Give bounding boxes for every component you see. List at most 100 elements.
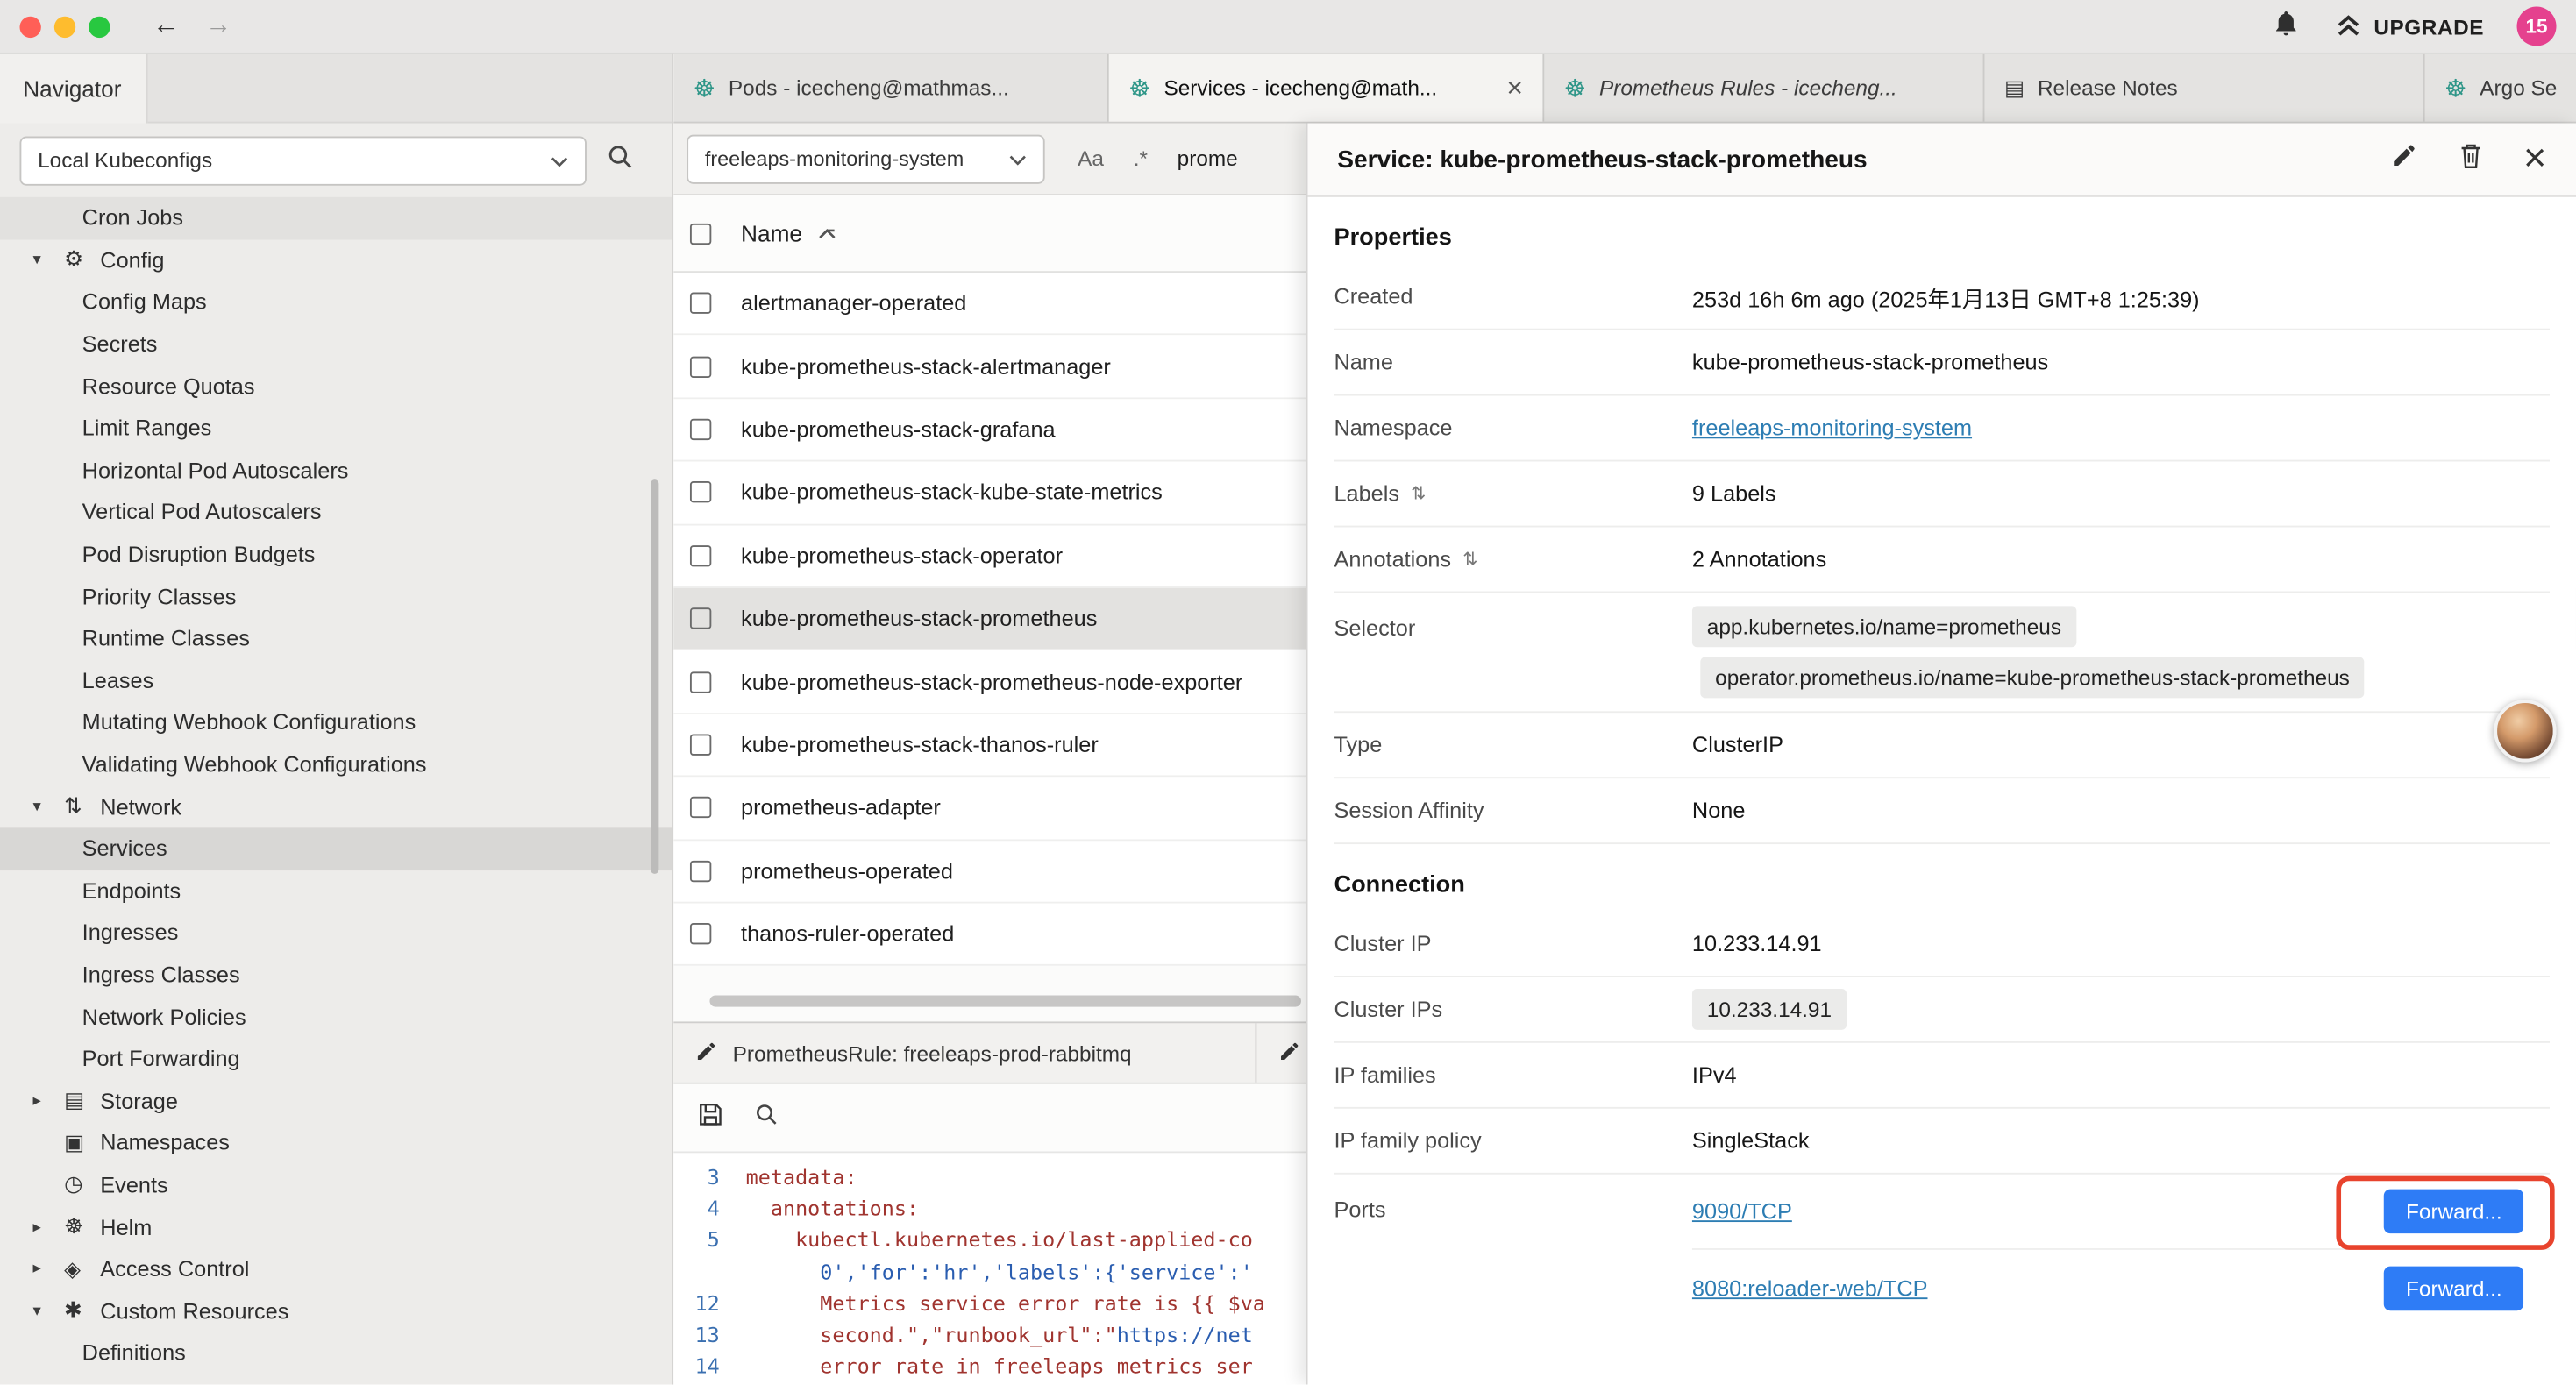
tab-pods[interactable]: ☸Pods - icecheng@mathmas... bbox=[673, 54, 1109, 122]
regex-toggle[interactable]: .* bbox=[1134, 146, 1148, 171]
kubeconfig-select[interactable]: Local Kubeconfigs bbox=[19, 136, 586, 185]
sidebar-item-runtime-classes[interactable]: Runtime Classes bbox=[0, 617, 672, 659]
property-row-labels: Labels⇅ 9 Labels bbox=[1334, 462, 2550, 528]
kubernetes-cluster-icon: ☸ bbox=[1128, 73, 1150, 103]
row-checkbox[interactable] bbox=[690, 923, 711, 944]
row-checkbox[interactable] bbox=[690, 734, 711, 755]
close-tab-icon[interactable]: × bbox=[1506, 72, 1523, 104]
sidebar-item-services[interactable]: Services bbox=[0, 827, 672, 870]
sidebar-scrollbar[interactable] bbox=[651, 479, 658, 874]
expand-collapse-icon[interactable]: ⇅ bbox=[1411, 483, 1426, 504]
sidebar-item-pod-disruption-budgets[interactable]: Pod Disruption Budgets bbox=[0, 533, 672, 575]
sidebar-item-namespaces[interactable]: ▣Namespaces bbox=[0, 1122, 672, 1164]
delete-trash-icon[interactable] bbox=[2458, 140, 2484, 178]
namespaces-icon: ▣ bbox=[64, 1130, 100, 1156]
sidebar-item-vertical-pod-autoscalers[interactable]: Vertical Pod Autoscalers bbox=[0, 492, 672, 534]
line-number: 13 bbox=[673, 1319, 745, 1351]
save-icon[interactable] bbox=[696, 1099, 724, 1135]
forward-port-9090-button[interactable]: Forward... bbox=[2385, 1190, 2523, 1234]
sidebar-item-ingress-classes[interactable]: Ingress Classes bbox=[0, 954, 672, 996]
row-checkbox[interactable] bbox=[690, 671, 711, 692]
row-checkbox[interactable] bbox=[690, 545, 711, 566]
edit-pencil-icon[interactable] bbox=[2390, 141, 2418, 177]
port-8080-link[interactable]: 8080:reloader-web/TCP bbox=[1692, 1275, 1928, 1300]
sidebar-item-horizontal-pod-autoscalers[interactable]: Horizontal Pod Autoscalers bbox=[0, 450, 672, 492]
ip-families-value: IPv4 bbox=[1692, 1062, 1737, 1087]
namespace-select[interactable]: freeleaps-monitoring-system bbox=[687, 134, 1044, 183]
navigator-panel-tab[interactable]: Navigator bbox=[0, 54, 148, 124]
sidebar-item-network-policies[interactable]: Network Policies bbox=[0, 996, 672, 1038]
sidebar-item-leases[interactable]: Leases bbox=[0, 659, 672, 701]
session-affinity-value: None bbox=[1692, 799, 1745, 823]
horizontal-scrollbar[interactable] bbox=[709, 995, 1301, 1006]
sidebar-item-port-forwarding[interactable]: Port Forwarding bbox=[0, 1038, 672, 1080]
sidebar-item-cron-jobs[interactable]: Cron Jobs bbox=[0, 197, 672, 239]
tab-prometheus-rules[interactable]: ☸Prometheus Rules - icecheng... bbox=[1544, 54, 1984, 122]
minimize-window-button[interactable] bbox=[54, 16, 75, 37]
kubernetes-cluster-icon: ☸ bbox=[1564, 73, 1586, 103]
select-all-checkbox[interactable] bbox=[690, 223, 711, 244]
sidebar-item-definitions[interactable]: Definitions bbox=[0, 1332, 672, 1374]
row-checkbox[interactable] bbox=[690, 482, 711, 503]
sidebar-item-ingresses[interactable]: Ingresses bbox=[0, 912, 672, 954]
sidebar-item-validating-webhook-configurations[interactable]: Validating Webhook Configurations bbox=[0, 743, 672, 785]
sidebar-item-helm[interactable]: ▸☸Helm bbox=[0, 1206, 672, 1248]
notifications-bell-icon[interactable] bbox=[2272, 7, 2300, 45]
sidebar-item-config[interactable]: ▾⚙Config bbox=[0, 239, 672, 281]
row-checkbox[interactable] bbox=[690, 608, 711, 629]
sidebar-item-endpoints[interactable]: Endpoints bbox=[0, 870, 672, 912]
chevron-right-icon: ▸ bbox=[32, 1260, 64, 1278]
tab-services[interactable]: ☸Services - icecheng@math...× bbox=[1109, 54, 1545, 122]
sidebar-item-custom-resources[interactable]: ▾✱Custom Resources bbox=[0, 1290, 672, 1332]
sidebar-item-storage[interactable]: ▸▤Storage bbox=[0, 1080, 672, 1122]
name-column-header[interactable]: Name bbox=[741, 220, 802, 246]
forward-port-8080-button[interactable]: Forward... bbox=[2385, 1266, 2523, 1310]
back-button[interactable]: ← bbox=[153, 11, 179, 41]
connection-heading: Connection bbox=[1334, 844, 2550, 912]
sort-ascending-icon[interactable] bbox=[819, 228, 837, 239]
port-line-8080: 8080:reloader-web/TCP Forward... bbox=[1692, 1250, 2550, 1325]
sidebar-item-limit-ranges[interactable]: Limit Ranges bbox=[0, 408, 672, 450]
port-9090-link[interactable]: 9090/TCP bbox=[1692, 1199, 1792, 1224]
tab-argo[interactable]: ☸Argo Se bbox=[2425, 54, 2576, 122]
row-checkbox[interactable] bbox=[690, 860, 711, 881]
close-window-button[interactable] bbox=[19, 16, 40, 37]
titlebar: ← → UPGRADE 15 bbox=[0, 0, 2576, 54]
row-checkbox[interactable] bbox=[690, 293, 711, 314]
upgrade-button[interactable]: UPGRADE bbox=[2332, 8, 2484, 44]
sidebar-item-config-maps[interactable]: Config Maps bbox=[0, 281, 672, 323]
close-drawer-icon[interactable]: × bbox=[2523, 139, 2546, 179]
tab-release-notes[interactable]: ▤Release Notes bbox=[1984, 54, 2424, 122]
property-row-ip-families: IP families IPv4 bbox=[1334, 1043, 2550, 1109]
notification-count-badge[interactable]: 15 bbox=[2517, 6, 2557, 46]
row-checkbox[interactable] bbox=[690, 356, 711, 377]
editor-search-icon[interactable] bbox=[754, 1101, 779, 1133]
selector-badge: operator.prometheus.io/name=kube-prometh… bbox=[1700, 657, 2364, 698]
storage-icon: ▤ bbox=[64, 1088, 100, 1114]
user-avatar[interactable] bbox=[2494, 700, 2556, 762]
sidebar-item-network[interactable]: ▾⇅Network bbox=[0, 785, 672, 827]
row-checkbox[interactable] bbox=[690, 797, 711, 818]
forward-button[interactable]: → bbox=[205, 11, 231, 41]
property-row-created: Created 253d 16h 6m ago (2025年1月13日 GMT+… bbox=[1334, 265, 2550, 330]
sidebar-item-events[interactable]: ◷Events bbox=[0, 1164, 672, 1206]
line-number: 12 bbox=[673, 1288, 745, 1319]
sidebar-item-mutating-webhook-configurations[interactable]: Mutating Webhook Configurations bbox=[0, 701, 672, 743]
chevron-down-icon: ▾ bbox=[32, 798, 64, 816]
search-input[interactable]: prome bbox=[1178, 146, 1238, 171]
namespace-link[interactable]: freeleaps-monitoring-system bbox=[1692, 416, 1972, 440]
sidebar-item-resource-quotas[interactable]: Resource Quotas bbox=[0, 366, 672, 408]
sidebar-item-priority-classes[interactable]: Priority Classes bbox=[0, 575, 672, 617]
row-checkbox[interactable] bbox=[690, 419, 711, 440]
sidebar-item-access-control[interactable]: ▸◈Access Control bbox=[0, 1248, 672, 1290]
sidebar-search-icon[interactable] bbox=[606, 142, 634, 178]
upgrade-label: UPGRADE bbox=[2373, 14, 2484, 39]
created-value: 253d 16h 6m ago (2025年1月13日 GMT+8 1:25:3… bbox=[1692, 280, 2200, 312]
release-notes-icon: ▤ bbox=[2004, 75, 2025, 101]
sidebar-item-secrets[interactable]: Secrets bbox=[0, 323, 672, 366]
dock-tab-prometheusrule[interactable]: PrometheusRule: freeleaps-prod-rabbitmq bbox=[673, 1023, 1256, 1082]
zoom-window-button[interactable] bbox=[89, 16, 110, 37]
chevron-right-icon: ▸ bbox=[32, 1092, 64, 1111]
match-case-toggle[interactable]: Aa bbox=[1078, 146, 1104, 171]
expand-collapse-icon[interactable]: ⇅ bbox=[1462, 549, 1477, 570]
